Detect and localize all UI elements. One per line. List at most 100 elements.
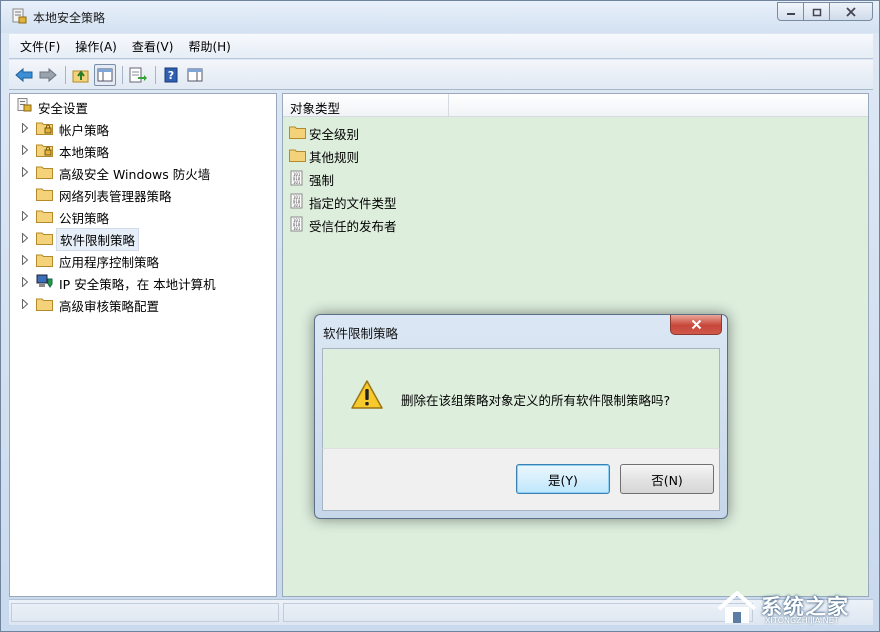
console-tree-pane: 安全设置 帐户策略 本地策略 高级安全 Windows 防火墙 网络列表管理器策… bbox=[9, 93, 277, 597]
close-button[interactable] bbox=[829, 2, 873, 21]
security-settings-icon bbox=[17, 98, 32, 112]
list-item[interactable]: 其他规则 bbox=[289, 144, 489, 166]
folder-lock-icon bbox=[36, 144, 53, 157]
tree-item-label: 本地策略 bbox=[59, 145, 110, 160]
menu-bar: 文件(F) 操作(A) 查看(V) 帮助(H) bbox=[9, 34, 873, 59]
site-watermark: 系统之家 XITONGZHIJIA.NET bbox=[709, 585, 877, 629]
close-icon bbox=[691, 319, 701, 330]
column-header-object-type[interactable]: 对象类型 bbox=[283, 94, 449, 117]
folder-icon bbox=[36, 254, 53, 267]
expand-arrow-icon[interactable] bbox=[22, 255, 28, 265]
folder-icon bbox=[289, 126, 306, 139]
folder-icon bbox=[36, 232, 53, 245]
svg-text:?: ? bbox=[168, 69, 174, 82]
svg-text:101: 101 bbox=[293, 226, 301, 231]
export-list-icon bbox=[129, 67, 147, 82]
tree-item-label: 高级安全 Windows 防火墙 bbox=[59, 167, 211, 182]
forward-arrow-icon bbox=[39, 67, 57, 82]
minimize-icon bbox=[786, 12, 795, 15]
list-item[interactable]: 安全级别 bbox=[289, 121, 489, 143]
tree-item-label: 高级审核策略配置 bbox=[59, 299, 160, 314]
column-header-row: 对象类型 bbox=[283, 94, 868, 117]
tree-item[interactable]: 高级安全 Windows 防火墙 bbox=[10, 161, 270, 183]
yes-button[interactable]: 是(Y) bbox=[516, 464, 610, 494]
tree-item[interactable]: 高级审核策略配置 bbox=[10, 293, 270, 315]
close-icon bbox=[846, 6, 856, 17]
computer-shield-icon bbox=[36, 274, 53, 288]
expand-arrow-icon[interactable] bbox=[22, 211, 28, 221]
tree-root-security-settings[interactable]: 安全设置 bbox=[10, 95, 270, 117]
menu-help[interactable]: 帮助(H) bbox=[181, 38, 238, 55]
restore-button[interactable] bbox=[803, 2, 830, 21]
tree-item[interactable]: 公钥策略 bbox=[10, 205, 270, 227]
warning-icon bbox=[351, 380, 383, 409]
menu-file[interactable]: 文件(F) bbox=[13, 38, 68, 55]
dialog-close-button[interactable] bbox=[670, 315, 722, 335]
back-arrow-icon bbox=[15, 67, 33, 82]
tree-item[interactable]: IP 安全策略，在 本地计算机 bbox=[10, 271, 270, 293]
caption-buttons bbox=[777, 2, 873, 21]
expand-arrow-icon[interactable] bbox=[22, 123, 28, 133]
list-item-label: 其他规则 bbox=[309, 150, 360, 165]
tree-item[interactable]: 网络列表管理器策略 bbox=[10, 183, 270, 205]
up-one-level-button[interactable] bbox=[70, 64, 92, 86]
confirm-dialog: 软件限制策略 删除在该组策略对象定义的所有软件限制策略吗? 是(Y) 否(N) bbox=[314, 314, 728, 519]
list-item-label: 指定的文件类型 bbox=[309, 196, 397, 211]
list-item[interactable]: 101 010 101 受信任的发布者 bbox=[289, 213, 489, 235]
toolbar-separator bbox=[65, 65, 66, 84]
tree-item[interactable]: 本地策略 bbox=[10, 139, 270, 161]
house-logo-icon bbox=[717, 591, 757, 623]
tree-item-label: IP 安全策略，在 本地计算机 bbox=[59, 277, 216, 292]
forward-button[interactable] bbox=[37, 64, 59, 86]
status-cell bbox=[11, 603, 279, 622]
restore-icon bbox=[812, 8, 821, 16]
expand-arrow-icon[interactable] bbox=[22, 145, 28, 155]
back-button[interactable] bbox=[13, 64, 35, 86]
policy-doc-icon: 101 010 101 bbox=[290, 170, 303, 186]
security-policy-app-icon bbox=[12, 8, 27, 24]
window-title: 本地安全策略 bbox=[33, 11, 106, 25]
dialog-body: 删除在该组策略对象定义的所有软件限制策略吗? bbox=[322, 348, 720, 448]
tree-item-label: 软件限制策略 bbox=[56, 228, 140, 251]
list-item-label: 受信任的发布者 bbox=[309, 219, 397, 234]
dialog-title: 软件限制策略 bbox=[323, 326, 399, 341]
list-item[interactable]: 101 010 101 指定的文件类型 bbox=[289, 190, 489, 212]
watermark-subtext: XITONGZHIJIA.NET bbox=[765, 616, 839, 625]
help-book-icon: ? bbox=[164, 67, 178, 82]
tree-item[interactable]: 帐户策略 bbox=[10, 117, 270, 139]
tree-item-label: 网络列表管理器策略 bbox=[59, 189, 172, 204]
folder-icon bbox=[36, 166, 53, 179]
menu-action[interactable]: 操作(A) bbox=[68, 38, 125, 55]
tree-label: 安全设置 bbox=[38, 101, 89, 116]
folder-icon bbox=[36, 188, 53, 201]
console-tree-icon bbox=[97, 68, 113, 81]
policy-doc-icon: 101 010 101 bbox=[290, 216, 303, 232]
title-bar[interactable]: 本地安全策略 bbox=[1, 1, 879, 33]
list-item[interactable]: 101 010 101 强制 bbox=[289, 167, 489, 189]
show-action-pane-button[interactable] bbox=[184, 64, 206, 86]
action-pane-icon bbox=[187, 68, 203, 81]
minimize-button[interactable] bbox=[777, 2, 804, 21]
tree-item-label: 帐户策略 bbox=[59, 123, 110, 138]
toolbar: ? bbox=[9, 60, 873, 90]
expand-arrow-icon[interactable] bbox=[22, 233, 28, 243]
help-button[interactable]: ? bbox=[160, 64, 182, 86]
dialog-button-area: 是(Y) 否(N) bbox=[322, 448, 720, 511]
folder-icon bbox=[36, 298, 53, 311]
dialog-message: 删除在该组策略对象定义的所有软件限制策略吗? bbox=[401, 393, 671, 408]
tree-item-label: 应用程序控制策略 bbox=[59, 255, 160, 270]
folder-up-icon bbox=[72, 69, 89, 82]
tree-item[interactable]: 应用程序控制策略 bbox=[10, 249, 270, 271]
expand-arrow-icon[interactable] bbox=[22, 167, 28, 177]
no-button[interactable]: 否(N) bbox=[620, 464, 714, 494]
tree-item[interactable]: 软件限制策略 bbox=[10, 227, 270, 251]
show-hide-tree-button[interactable] bbox=[94, 63, 116, 86]
toolbar-separator bbox=[155, 65, 156, 84]
expand-arrow-icon[interactable] bbox=[22, 277, 28, 287]
folder-lock-icon bbox=[36, 122, 53, 135]
policy-doc-icon: 101 010 101 bbox=[290, 193, 303, 209]
expand-arrow-icon[interactable] bbox=[22, 299, 28, 309]
export-list-button[interactable] bbox=[127, 64, 149, 86]
list-item-label: 强制 bbox=[309, 173, 335, 188]
menu-view[interactable]: 查看(V) bbox=[125, 38, 182, 55]
